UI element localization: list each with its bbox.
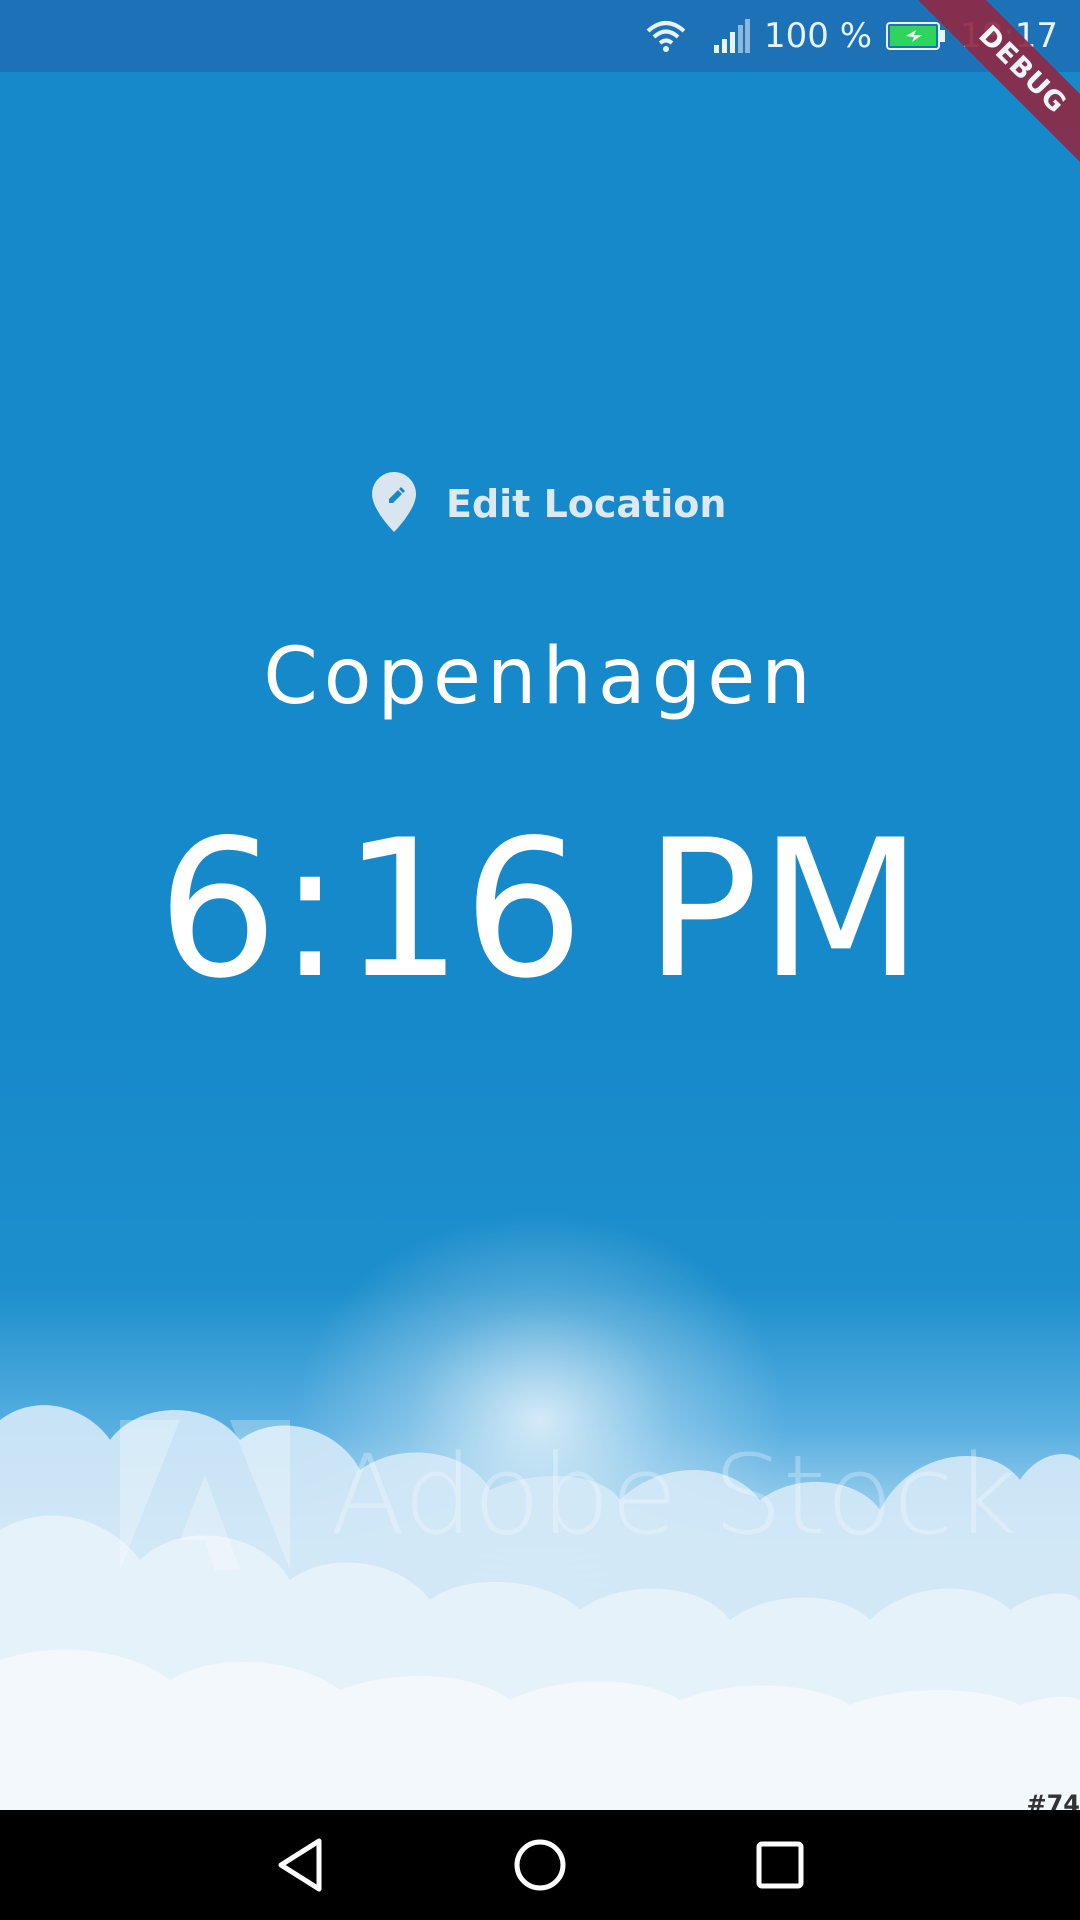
city-name: Copenhagen — [263, 632, 817, 722]
navigation-bar — [0, 1810, 1080, 1920]
back-button[interactable] — [255, 1820, 345, 1910]
clouds-illustration — [0, 1405, 1080, 1810]
edit-location-label: Edit Location — [446, 482, 727, 526]
home-icon — [514, 1839, 566, 1891]
battery-percent: 100 % — [764, 16, 873, 56]
signal-icon — [714, 19, 750, 53]
edit-location-icon — [372, 472, 416, 536]
edit-location-button[interactable]: Edit Location — [372, 466, 726, 542]
current-time: 6:16 PM — [157, 799, 923, 1020]
adobe-stock-watermark: Adobe Stock — [120, 1420, 1017, 1570]
status-bar: 100 % 18:17 — [0, 0, 1080, 72]
watermark-text: Adobe Stock — [330, 1431, 1018, 1559]
adobe-logo-icon — [120, 1420, 290, 1570]
home-button[interactable] — [495, 1820, 585, 1910]
recents-icon — [756, 1841, 804, 1889]
recents-button[interactable] — [735, 1820, 825, 1910]
back-icon — [278, 1838, 322, 1892]
wifi-icon — [646, 19, 686, 53]
battery-icon — [886, 21, 946, 51]
